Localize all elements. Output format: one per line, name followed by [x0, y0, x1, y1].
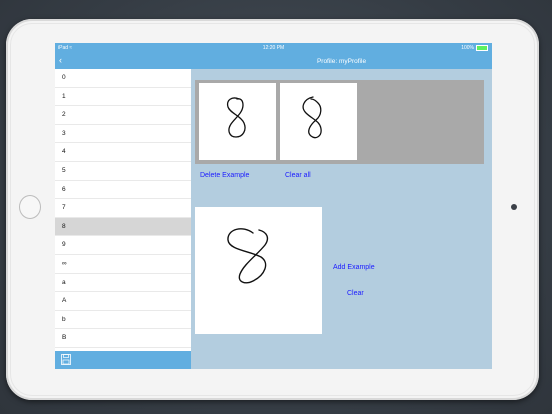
list-item-label: 3 — [62, 129, 66, 137]
clear-all-button[interactable]: Clear all — [285, 172, 311, 179]
example-thumbnail[interactable] — [199, 83, 276, 160]
list-item-label: a — [62, 278, 66, 286]
list-item-label: B — [62, 334, 67, 342]
home-button[interactable] — [19, 195, 41, 219]
list-item[interactable]: a — [55, 274, 191, 293]
battery-percent: 100% — [461, 45, 474, 51]
battery-icon — [476, 45, 488, 51]
floppy-disk-icon[interactable] — [61, 354, 71, 365]
list-item-label: 6 — [62, 185, 66, 193]
list-item[interactable]: b — [55, 311, 191, 330]
sidebar: ‹ 0 1 2 3 4 5 6 7 8 9 ∞ a Ab B — [55, 54, 191, 369]
list-item-label: A — [62, 297, 67, 305]
chevron-left-icon[interactable]: ‹ — [59, 55, 62, 65]
list-item[interactable]: B — [55, 329, 191, 348]
handwritten-eight-drawing — [226, 97, 246, 138]
symbol-list: 0 1 2 3 4 5 6 7 8 9 ∞ a Ab B — [55, 69, 191, 348]
example-thumbnail[interactable] — [280, 83, 357, 160]
list-item-label: 2 — [62, 111, 66, 119]
list-item[interactable]: 8 — [55, 217, 191, 237]
list-item[interactable]: ∞ — [55, 255, 191, 274]
list-item-label: b — [62, 315, 66, 323]
list-item-label: 7 — [62, 204, 66, 212]
status-bar: iPad ≈ 12:20 PM 100% — [55, 43, 492, 54]
list-item[interactable]: 3 — [55, 125, 191, 144]
list-item-label: 5 — [62, 166, 66, 174]
drawing-canvas[interactable] — [195, 207, 322, 334]
list-item-label: 8 — [62, 222, 66, 230]
sidebar-toolbar — [55, 351, 191, 369]
list-item-label: 9 — [62, 241, 66, 249]
examples-strip — [195, 80, 484, 164]
handwritten-eight-drawing — [227, 228, 269, 284]
list-item-label: ∞ — [62, 259, 67, 267]
list-item[interactable]: 7 — [55, 199, 191, 218]
list-item[interactable]: 2 — [55, 106, 191, 125]
list-item[interactable]: 5 — [55, 162, 191, 181]
app-screen: iPad ≈ 12:20 PM 100% ‹ 0 1 2 3 4 5 6 7 8 9 ∞ a Ab B P… — [55, 43, 492, 369]
list-item-label: 1 — [62, 92, 66, 100]
handwritten-eight-drawing — [302, 96, 322, 139]
delete-example-button[interactable]: Delete Example — [200, 172, 249, 179]
detail-pane: Profile: myProfile Delete Example Clear … — [191, 54, 492, 369]
status-time: 12:20 PM — [262, 45, 285, 51]
list-item[interactable]: 9 — [55, 236, 191, 255]
list-item[interactable]: 1 — [55, 88, 191, 107]
sidebar-header: ‹ — [55, 54, 191, 69]
list-item[interactable]: 4 — [55, 143, 191, 162]
list-item[interactable]: A — [55, 292, 191, 311]
list-item-label: 4 — [62, 148, 66, 156]
front-camera — [511, 204, 517, 210]
list-item[interactable]: 6 — [55, 181, 191, 200]
status-right: 100% — [461, 45, 488, 51]
add-example-button[interactable]: Add Example — [333, 264, 375, 271]
list-item[interactable]: 0 — [55, 69, 191, 88]
clear-button[interactable]: Clear — [347, 290, 364, 297]
list-item-label: 0 — [62, 74, 66, 81]
page-title: Profile: myProfile — [191, 54, 492, 69]
